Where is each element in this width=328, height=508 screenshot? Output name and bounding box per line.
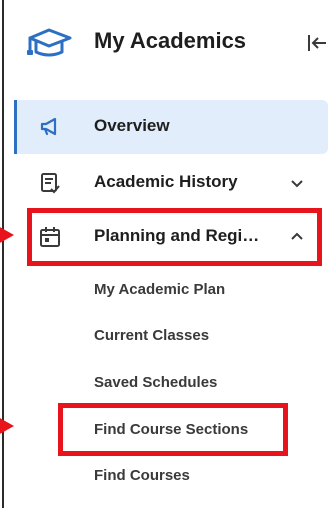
megaphone-icon (40, 117, 57, 136)
highlight-box-find-course-sections (58, 403, 288, 456)
sidebar-item-academic-history[interactable]: Academic History (14, 156, 328, 210)
transcript-icon (41, 173, 60, 194)
arrow-pointer-icon (0, 226, 14, 244)
page-title: My Academics (94, 28, 247, 53)
sidebar-item-label: Overview (94, 116, 170, 135)
sidebar-item-overview[interactable]: Overview (14, 100, 328, 154)
sub-item-current-classes[interactable]: Current Classes (94, 327, 209, 344)
arrow-pointer-icon (0, 417, 14, 435)
sidebar-header: My Academics (0, 0, 328, 88)
sub-item-saved-schedules[interactable]: Saved Schedules (94, 374, 217, 391)
collapse-left-icon[interactable] (306, 32, 328, 54)
sub-item-find-courses[interactable]: Find Courses (94, 467, 190, 484)
graduation-cap-icon (27, 28, 72, 57)
sidebar-item-label: Academic History (94, 172, 238, 191)
highlight-box-planning (27, 208, 322, 266)
my-academics-sidebar: My Academics Overview Academic History P… (0, 0, 328, 508)
sub-item-my-academic-plan[interactable]: My Academic Plan (94, 281, 225, 298)
chevron-down-icon[interactable] (288, 174, 306, 192)
